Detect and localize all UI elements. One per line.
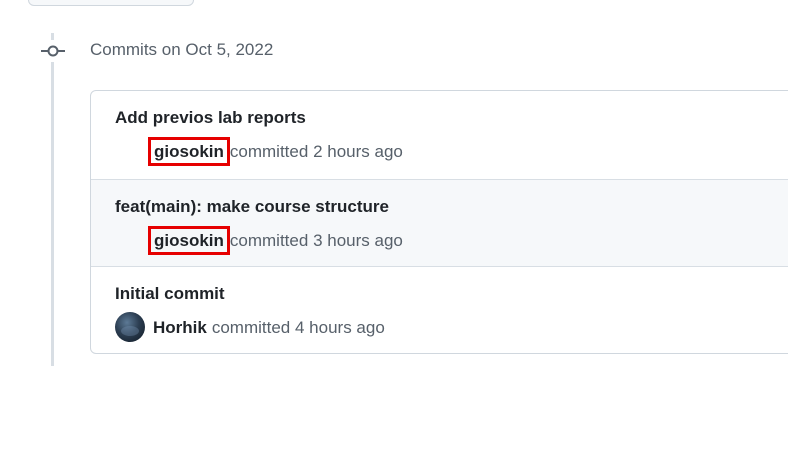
commit-author-link[interactable]: giosokin bbox=[148, 137, 230, 166]
avatar[interactable] bbox=[115, 312, 145, 343]
commit-action: committed bbox=[229, 231, 309, 250]
commit-meta: Horhik committed 4 hours ago bbox=[115, 312, 385, 343]
git-commit-icon bbox=[41, 40, 65, 62]
commit-action-text: committed 3 hours ago bbox=[230, 231, 403, 250]
commit-author-link[interactable]: Horhik bbox=[153, 318, 207, 337]
commit-author-link[interactable]: giosokin bbox=[148, 226, 230, 255]
commit-title-link[interactable]: Add previos lab reports bbox=[115, 107, 306, 129]
commits-date-heading: Commits on Oct 5, 2022 bbox=[90, 40, 274, 59]
commit-row: feat(main): make course structure giosok… bbox=[91, 179, 788, 267]
commit-time: 3 hours ago bbox=[313, 231, 403, 250]
commit-list: Add previos lab reports giosokin committe… bbox=[90, 90, 788, 354]
commit-action: committed bbox=[229, 142, 309, 161]
timeline-line bbox=[51, 33, 54, 366]
commit-time: 4 hours ago bbox=[295, 318, 385, 337]
older-commits-button-remnant[interactable] bbox=[28, 0, 194, 6]
commit-row: Add previos lab reports giosokin committe… bbox=[91, 91, 788, 179]
commit-time: 2 hours ago bbox=[313, 142, 403, 161]
avatar-placeholder bbox=[115, 139, 145, 165]
commit-action: committed bbox=[211, 318, 291, 337]
commit-meta: giosokin committed 2 hours ago bbox=[115, 137, 403, 166]
commit-title-link[interactable]: Initial commit bbox=[115, 283, 225, 305]
commit-action-text: committed 4 hours ago bbox=[212, 318, 385, 337]
commit-meta: giosokin committed 3 hours ago bbox=[115, 226, 403, 255]
commit-title-link[interactable]: feat(main): make course structure bbox=[115, 196, 389, 218]
commit-action-text: committed 2 hours ago bbox=[230, 142, 403, 161]
commit-row: Initial commit Horhik committed 4 hours a… bbox=[91, 267, 788, 353]
avatar-placeholder bbox=[115, 228, 145, 254]
